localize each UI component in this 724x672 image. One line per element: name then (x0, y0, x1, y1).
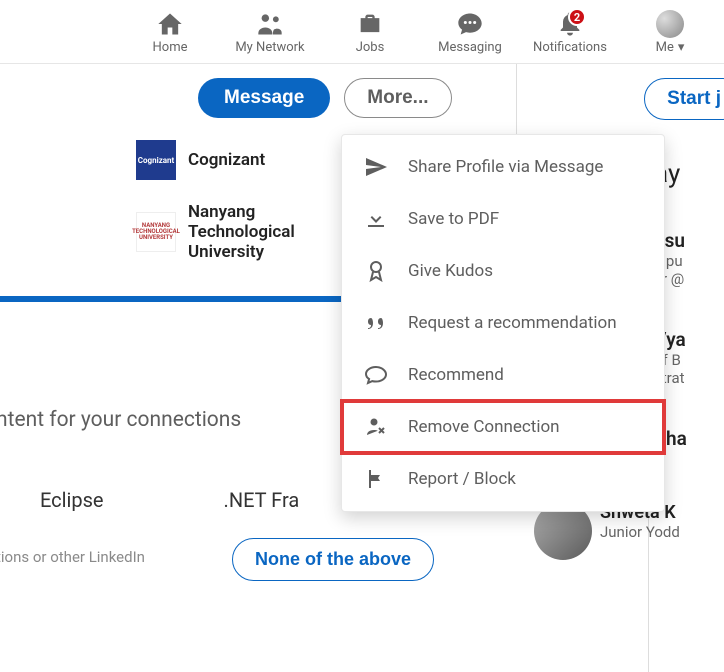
experience-item[interactable]: Cognizant Cognizant (136, 140, 348, 180)
nav-messaging[interactable]: Messaging (422, 10, 518, 55)
avatar-icon (656, 10, 684, 38)
menu-label: Save to PDF (408, 209, 499, 229)
main-area: Message More... Start j Cognizant Cogniz… (0, 64, 724, 78)
nav-me[interactable]: Me ▾ (622, 10, 718, 55)
people-icon (256, 10, 284, 38)
company-name: Cognizant (188, 150, 265, 170)
none-of-above-button[interactable]: None of the above (232, 538, 434, 581)
menu-label: Give Kudos (408, 261, 493, 281)
nav-home[interactable]: Home (122, 10, 218, 55)
skill-item[interactable]: .NET Fra (224, 488, 300, 512)
nav-home-label: Home (153, 40, 188, 55)
menu-recommend[interactable]: Recommend (342, 349, 664, 401)
download-icon (364, 207, 388, 231)
home-icon (156, 10, 184, 38)
briefcase-icon (356, 10, 384, 38)
nav-jobs-label: Jobs (356, 40, 385, 55)
person-sub: Junior Yodd (600, 523, 680, 541)
skill-item[interactable]: Eclipse (40, 488, 104, 512)
message-button[interactable]: Message (198, 78, 330, 118)
menu-label: Share Profile via Message (408, 157, 603, 177)
chat-icon (456, 10, 484, 38)
nav-me-text: Me (656, 40, 674, 55)
flag-icon (364, 467, 388, 491)
more-button[interactable]: More... (344, 78, 451, 118)
menu-label: Request a recommendation (408, 313, 617, 333)
bottom-hint: tions or other LinkedIn (0, 548, 145, 566)
menu-give-kudos[interactable]: Give Kudos (342, 245, 664, 297)
award-icon (364, 259, 388, 283)
skills-row: Eclipse .NET Fra (40, 488, 299, 512)
menu-report-block[interactable]: Report / Block (342, 453, 664, 505)
menu-label: Remove Connection (408, 417, 560, 437)
education-item[interactable]: NANYANGTECHNOLOGICALUNIVERSITY Nanyang T… (136, 202, 348, 262)
menu-request-recommendation[interactable]: Request a recommendation (342, 297, 664, 349)
activity-prompt: ntent for your connections (0, 408, 241, 432)
speech-icon (364, 363, 388, 387)
nav-notifications[interactable]: 2 Notifications (522, 10, 618, 55)
more-dropdown: Share Profile via Message Save to PDF Gi… (341, 134, 665, 512)
person-remove-icon (364, 415, 388, 439)
nav-me-label: Me ▾ (656, 40, 685, 55)
school-name: Nanyang Technological University (188, 202, 348, 262)
menu-share-profile[interactable]: Share Profile via Message (342, 141, 664, 193)
menu-save-pdf[interactable]: Save to PDF (342, 193, 664, 245)
company-logo-cognizant: Cognizant (136, 140, 176, 180)
section-accent-bar (0, 296, 352, 302)
caret-down-icon: ▾ (678, 40, 685, 55)
school-logo-ntu: NANYANGTECHNOLOGICALUNIVERSITY (136, 212, 176, 252)
send-icon (364, 155, 388, 179)
experience-list: Cognizant Cognizant NANYANGTECHNOLOGICAL… (136, 140, 348, 262)
top-nav: Home My Network Jobs Messaging 2 Notific… (0, 0, 724, 64)
menu-label: Report / Block (408, 469, 516, 489)
nav-jobs[interactable]: Jobs (322, 10, 418, 55)
start-job-button[interactable]: Start j (644, 78, 724, 120)
nav-notifications-label: Notifications (533, 40, 607, 55)
notifications-badge: 2 (568, 8, 586, 26)
nav-messaging-label: Messaging (438, 40, 502, 55)
profile-actions: Message More... (198, 78, 452, 118)
menu-label: Recommend (408, 365, 504, 385)
quotes-icon (364, 311, 388, 335)
nav-network-label: My Network (235, 40, 304, 55)
nav-network[interactable]: My Network (222, 10, 318, 55)
menu-remove-connection[interactable]: Remove Connection (342, 401, 664, 453)
